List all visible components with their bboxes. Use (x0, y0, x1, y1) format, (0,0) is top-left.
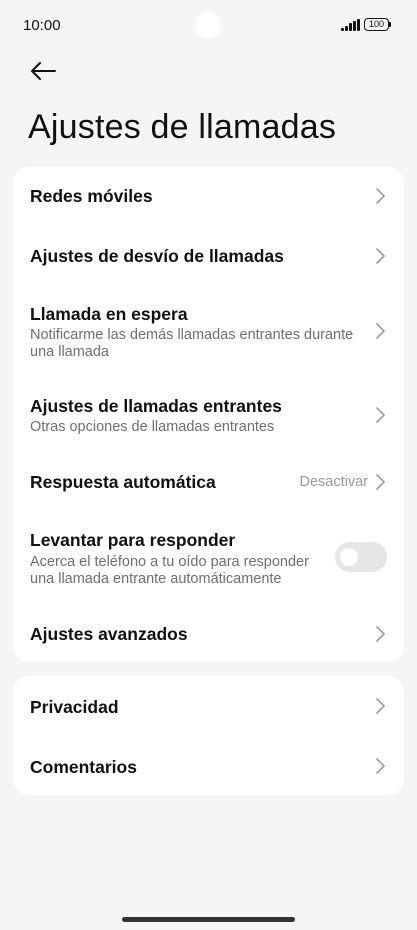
row-title: Redes móviles (30, 186, 153, 206)
row-auto-answer[interactable]: Respuesta automática Desactivar (13, 453, 404, 511)
row-title: Ajustes de llamadas entrantes (30, 396, 282, 416)
row-mobile-networks[interactable]: Redes móviles (13, 167, 404, 225)
row-call-forwarding[interactable]: Ajustes de desvío de llamadas (13, 227, 404, 285)
raise-to-answer-toggle[interactable] (335, 542, 387, 572)
status-time: 10:00 (23, 17, 61, 34)
row-title: Comentarios (30, 757, 137, 777)
settings-card-main: Redes móviles Ajustes de desvío de llama… (13, 167, 404, 662)
status-bar: 10:00 100 (0, 0, 417, 50)
chevron-right-icon (376, 188, 385, 204)
chevron-right-icon (376, 323, 385, 339)
row-title: Respuesta automática (30, 472, 216, 492)
row-title: Ajustes de desvío de llamadas (30, 246, 284, 266)
row-title: Ajustes avanzados (30, 624, 188, 644)
chevron-right-icon (376, 626, 385, 642)
settings-card-secondary: Privacidad Comentarios (13, 676, 404, 795)
chevron-right-icon (376, 248, 385, 264)
battery-icon: 100 (364, 18, 389, 31)
row-title: Levantar para responder (30, 530, 236, 550)
battery-tip (389, 22, 391, 27)
chevron-right-icon (376, 698, 385, 714)
row-title: Llamada en espera (30, 304, 188, 324)
row-title: Privacidad (30, 697, 119, 717)
toggle-knob (340, 548, 358, 566)
row-raise-to-answer: Levantar para responder Acerca el teléfo… (13, 519, 404, 593)
back-arrow-icon[interactable] (29, 58, 57, 84)
row-subtitle: Notificarme las demás llamadas entrantes… (30, 327, 354, 360)
row-incoming-call-settings[interactable]: Ajustes de llamadas entrantes Otras opci… (13, 379, 404, 441)
auto-answer-value: Desactivar (299, 474, 369, 490)
row-advanced-settings[interactable]: Ajustes avanzados (13, 605, 404, 663)
row-privacy[interactable]: Privacidad (13, 676, 404, 736)
row-subtitle: Otras opciones de llamadas entrantes (30, 419, 275, 435)
row-call-waiting[interactable]: Llamada en espera Notificarme las demás … (13, 291, 404, 367)
row-subtitle: Acerca el teléfono a tu oído para respon… (30, 554, 309, 587)
row-feedback[interactable]: Comentarios (13, 736, 404, 795)
signal-icon (341, 19, 361, 31)
call-settings-screen: 10:00 100 Ajustes de llamadas Redes móvi… (0, 0, 417, 930)
chevron-right-icon (376, 407, 385, 423)
front-camera-cutout (195, 12, 221, 38)
chevron-right-icon (376, 758, 385, 774)
chevron-right-icon (376, 474, 385, 490)
page-title: Ajustes de llamadas (28, 108, 337, 146)
home-indicator[interactable] (122, 917, 295, 922)
